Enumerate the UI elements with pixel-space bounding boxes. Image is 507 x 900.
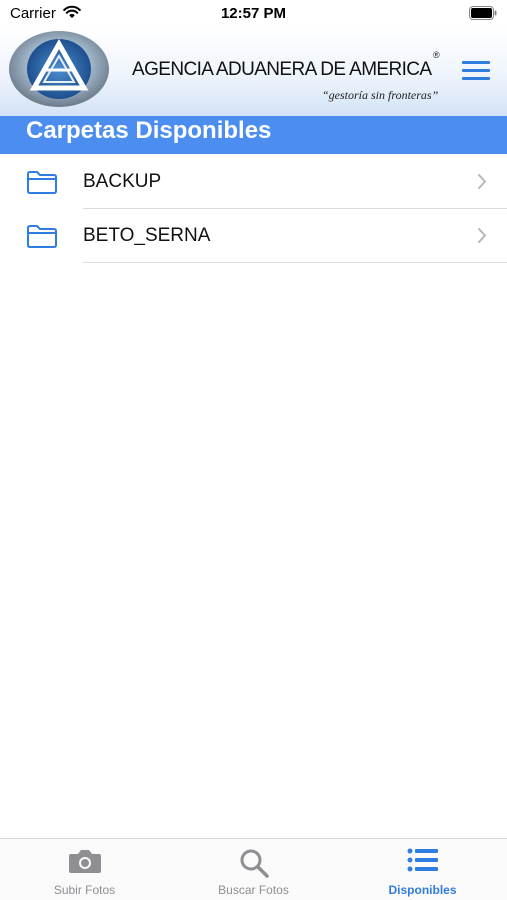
camera-icon: [68, 850, 101, 873]
status-time: 12:57 PM: [220, 5, 287, 22]
tab-subir-fotos[interactable]: Subir Fotos: [0, 839, 169, 900]
tab-bar: Subir Fotos Buscar Fotos Disponibles: [0, 838, 507, 900]
status-bar: Carrier 12:57 PM: [0, 0, 507, 28]
row-separator: [83, 262, 507, 263]
folder-row-beto-serna[interactable]: BETO_SERNA: [0, 209, 507, 263]
app-screen: Carrier 12:57 PM AGENCIA ADUANERA DE AME…: [0, 0, 507, 900]
list-icon: [407, 848, 438, 872]
registered-mark: ®: [433, 50, 440, 60]
app-header: AGENCIA ADUANERA DE AMERICA ® “gestoría …: [0, 28, 507, 116]
folder-label: BACKUP: [83, 171, 162, 192]
tab-label: Buscar Fotos: [218, 883, 289, 897]
agency-logo: [9, 31, 109, 107]
menu-bar-middle: [462, 69, 490, 72]
folder-row-backup[interactable]: BACKUP: [0, 155, 507, 209]
folder-list: BACKUP BETO_SERNA: [0, 155, 507, 263]
brand-name: AGENCIA ADUANERA DE AMERICA: [132, 59, 432, 80]
brand-tagline: “gestoría sin fronteras”: [322, 88, 439, 102]
tab-disponibles[interactable]: Disponibles: [338, 839, 507, 900]
folder-label: BETO_SERNA: [83, 225, 211, 246]
section-title-bar: Carpetas Disponibles: [0, 116, 507, 154]
section-title: Carpetas Disponibles: [26, 117, 272, 144]
folder-icon: [27, 171, 57, 194]
search-icon: [240, 849, 269, 878]
tab-label: Subir Fotos: [53, 883, 116, 897]
chevron-right-icon: [478, 174, 486, 189]
chevron-right-icon: [478, 228, 486, 243]
folder-icon: [27, 225, 57, 248]
menu-bar-top: [462, 61, 490, 64]
menu-bar-bottom: [462, 77, 490, 80]
battery-icon: [469, 6, 497, 20]
tab-label: Disponibles: [388, 883, 457, 897]
tab-buscar-fotos[interactable]: Buscar Fotos: [169, 839, 338, 900]
menu-button[interactable]: [458, 58, 494, 84]
